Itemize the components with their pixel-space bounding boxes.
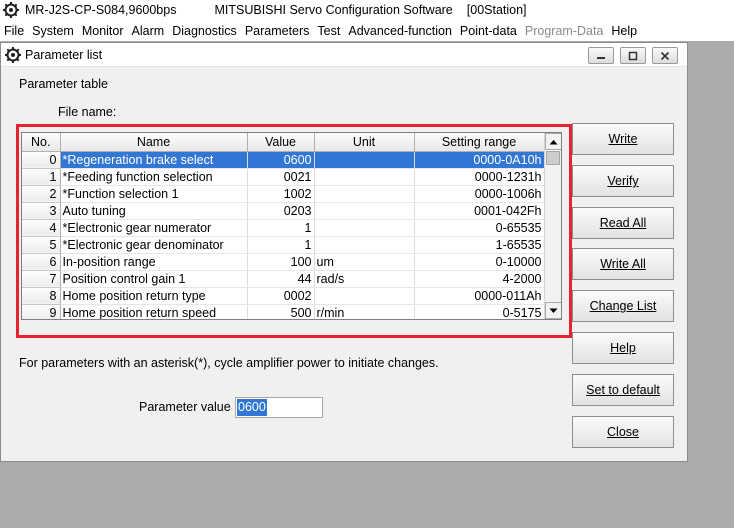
menu-alarm[interactable]: Alarm: [128, 24, 169, 38]
servo-gear-icon: [3, 2, 19, 18]
menu-file[interactable]: File: [0, 24, 28, 38]
set-to-default-button[interactable]: Set to default: [572, 374, 674, 406]
read-all-button[interactable]: Read All: [572, 207, 674, 239]
minimize-icon: [597, 56, 605, 59]
maximize-button[interactable]: [620, 47, 646, 64]
app-title-bar: MR-J2S-CP-S084,9600bps MITSUBISHI Servo …: [0, 0, 734, 20]
highlight-frame: [16, 124, 572, 338]
station-label: [00Station]: [466, 3, 527, 17]
menu-monitor[interactable]: Monitor: [78, 24, 128, 38]
parameter-list-dialog: Parameter list Parameter table File name…: [0, 42, 688, 462]
parameter-value-text: 0600: [237, 399, 267, 416]
menu-diagnostics[interactable]: Diagnostics: [168, 24, 241, 38]
file-name-label: File name:: [58, 105, 117, 119]
parameter-value-label: Parameter value: [139, 400, 231, 414]
parameter-value-input[interactable]: 0600: [235, 397, 323, 418]
close-icon: [660, 51, 670, 60]
app-title: MITSUBISHI Servo Configuration Software: [214, 3, 453, 17]
connection-info: MR-J2S-CP-S084,9600bps: [25, 3, 177, 17]
asterisk-note: For parameters with an asterisk(*), cycl…: [19, 356, 439, 370]
menu-parameters[interactable]: Parameters: [241, 24, 314, 38]
verify-button[interactable]: Verify: [572, 165, 674, 197]
dialog-title: Parameter list: [25, 47, 103, 62]
menu-bar: File System Monitor Alarm Diagnostics Pa…: [0, 20, 734, 41]
menu-help[interactable]: Help: [607, 24, 641, 38]
menu-test[interactable]: Test: [313, 24, 344, 38]
maximize-icon: [628, 51, 638, 60]
write-all-button[interactable]: Write All: [572, 248, 674, 280]
menu-system[interactable]: System: [28, 24, 78, 38]
help-button[interactable]: Help: [572, 332, 674, 364]
servo-gear-icon: [5, 46, 21, 63]
close-button[interactable]: Close: [572, 416, 674, 448]
parameter-table-label: Parameter table: [19, 77, 108, 91]
change-list-button[interactable]: Change List: [572, 290, 674, 322]
menu-point-data[interactable]: Point-data: [456, 24, 521, 38]
dialog-title-bar: Parameter list: [1, 43, 687, 67]
write-button[interactable]: Write: [572, 123, 674, 155]
menu-advanced-function[interactable]: Advanced-function: [344, 24, 456, 38]
menu-program-data: Program-Data: [524, 23, 604, 38]
minimize-button[interactable]: [588, 47, 614, 64]
close-window-button[interactable]: [652, 47, 678, 64]
